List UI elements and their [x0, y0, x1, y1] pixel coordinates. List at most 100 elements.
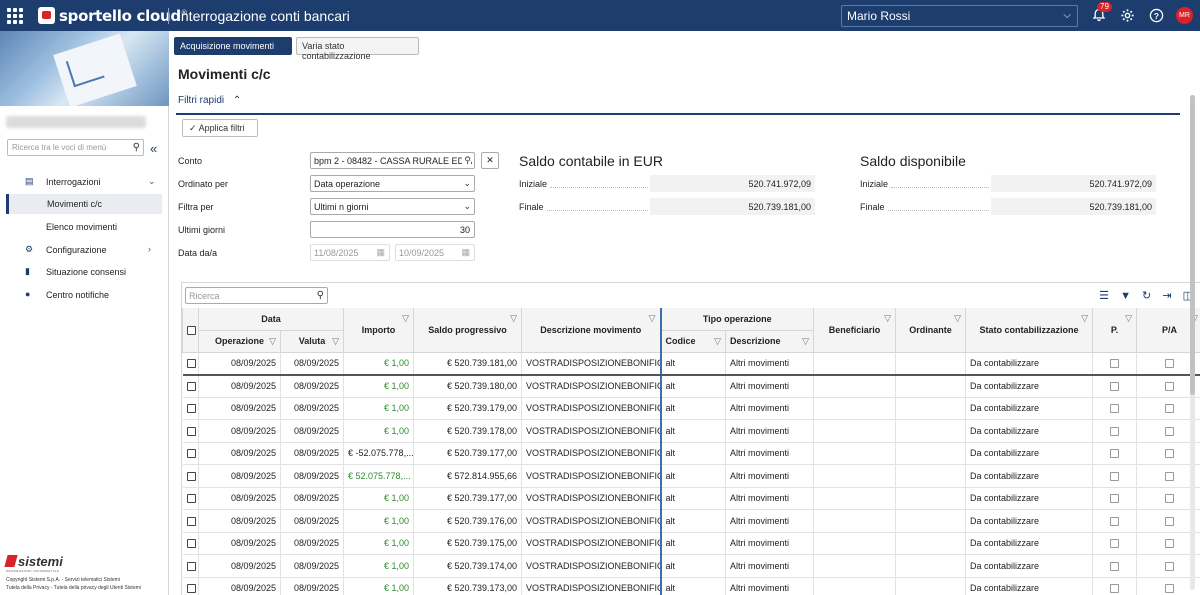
column-header-codice[interactable]: Codice ▽: [659, 330, 727, 353]
table-row[interactable]: 08/09/2025 08/09/2025 € 1,00 € 520.739.175,…: [182, 532, 1200, 555]
p-checkbox[interactable]: [1110, 426, 1120, 436]
row-checkbox[interactable]: [186, 449, 196, 459]
sidebar-item-movimenti-cc[interactable]: Movimenti c/c: [6, 194, 162, 214]
filter-icon[interactable]: ▽: [269, 336, 276, 347]
column-title: Stato contabilizzazione: [979, 324, 1079, 335]
pa-checkbox[interactable]: [1165, 539, 1175, 549]
column-header-operazione[interactable]: Operazione ▽: [198, 330, 281, 353]
column-header-tipo-descrizione[interactable]: Descrizione ▽: [725, 330, 815, 353]
pa-checkbox[interactable]: [1165, 426, 1175, 436]
filter-icon[interactable]: ▽: [510, 313, 517, 324]
column-header-p[interactable]: P. ▽: [1092, 308, 1138, 353]
pa-checkbox[interactable]: [1165, 494, 1175, 504]
acquisizione-movimenti-button[interactable]: Acquisizione movimenti ⌄: [174, 37, 292, 61]
table-row[interactable]: 08/09/2025 08/09/2025 € 1,00 € 520.739.177,…: [182, 487, 1200, 510]
filter-icon[interactable]: ▽: [649, 313, 656, 324]
column-header-beneficiario[interactable]: Beneficiario ▽: [813, 308, 897, 353]
avatar[interactable]: MR: [1176, 7, 1193, 24]
sidebar-item-interrogazioni[interactable]: ▤ Interrogazioni ⌄: [0, 172, 168, 192]
row-checkbox[interactable]: [186, 471, 196, 481]
table-row[interactable]: 08/09/2025 08/09/2025 € 1,00 € 520.739.174,…: [182, 554, 1200, 578]
row-checkbox[interactable]: [186, 494, 196, 504]
p-checkbox[interactable]: [1110, 494, 1120, 504]
p-checkbox[interactable]: [1110, 516, 1120, 526]
refresh-icon[interactable]: ↻: [1142, 290, 1151, 302]
p-checkbox[interactable]: [1110, 561, 1120, 571]
table-row[interactable]: 08/09/2025 08/09/2025 € 1,00 € 520.739.173,…: [182, 577, 1200, 595]
row-checkbox[interactable]: [186, 539, 196, 549]
filtra-per-select[interactable]: Ultimi n giorni ⌄: [310, 198, 475, 215]
pa-checkbox[interactable]: [1165, 449, 1175, 459]
row-checkbox[interactable]: [186, 404, 196, 414]
table-row[interactable]: 08/09/2025 08/09/2025 € -52.075.778,... € 5…: [182, 442, 1200, 465]
table-row[interactable]: 08/09/2025 08/09/2025 € 1,00 € 520.739.181,…: [182, 352, 1200, 376]
p-checkbox[interactable]: [1110, 382, 1120, 392]
filter-icon[interactable]: ▽: [1125, 313, 1132, 324]
quick-filters-toggle[interactable]: Filtri rapidi ⌃: [178, 95, 241, 106]
pa-checkbox[interactable]: [1165, 471, 1175, 481]
data-a-input[interactable]: 10/09/2025 ▦: [395, 244, 475, 261]
apply-filters-button[interactable]: ✓ Applica filtri: [182, 119, 258, 137]
user-selector[interactable]: Mario Rossi ⌵: [841, 5, 1078, 27]
sidebar-item-configurazione[interactable]: ⚙ Configurazione ›: [0, 240, 168, 260]
filter-icon[interactable]: ▽: [1081, 313, 1088, 324]
filter-icon[interactable]: ▽: [802, 336, 809, 347]
gear-icon[interactable]: [1119, 8, 1135, 24]
sidebar-item-centro-notifiche[interactable]: ● Centro notifiche: [0, 285, 168, 305]
filter-icon[interactable]: ▽: [714, 336, 721, 347]
apps-grid-icon[interactable]: [7, 8, 23, 24]
row-checkbox[interactable]: [186, 382, 196, 392]
p-checkbox[interactable]: [1110, 539, 1120, 549]
row-checkbox[interactable]: [186, 516, 196, 526]
help-icon[interactable]: ?: [1148, 8, 1164, 24]
ordinato-per-select[interactable]: Data operazione ⌄: [310, 175, 475, 192]
select-all-checkbox[interactable]: [187, 325, 196, 335]
filter-icon[interactable]: ▽: [954, 313, 961, 324]
column-header-saldo[interactable]: Saldo progressivo ▽: [413, 308, 523, 353]
filter-icon[interactable]: ▽: [884, 313, 891, 324]
p-checkbox[interactable]: [1110, 359, 1120, 369]
privacy-link[interactable]: Tutela della Privacy - Tutela della priv…: [6, 585, 141, 591]
page-scrollbar[interactable]: [1190, 95, 1195, 590]
column-chooser-icon[interactable]: ☰: [1099, 290, 1109, 302]
row-checkbox[interactable]: [186, 584, 196, 594]
clear-filter-icon[interactable]: ▼: [1120, 290, 1131, 302]
varia-stato-button[interactable]: Varia stato contabilizzazione: [296, 37, 419, 61]
row-checkbox[interactable]: [186, 561, 196, 571]
table-row[interactable]: 08/09/2025 08/09/2025 € 1,00 € 520.739.180,…: [182, 374, 1200, 398]
pa-checkbox[interactable]: [1165, 584, 1175, 594]
sportello-logo-icon: [38, 7, 55, 24]
conto-field[interactable]: bpm 2 - 08482 - CASSA RURALE ED A ⚲: [310, 152, 475, 169]
p-checkbox[interactable]: [1110, 449, 1120, 459]
column-header-ordinante[interactable]: Ordinante ▽: [895, 308, 967, 353]
p-checkbox[interactable]: [1110, 471, 1120, 481]
row-checkbox[interactable]: [186, 359, 196, 369]
pa-checkbox[interactable]: [1165, 516, 1175, 526]
table-row[interactable]: 08/09/2025 08/09/2025 € 52.075.778,... € 57…: [182, 464, 1200, 488]
pa-checkbox[interactable]: [1165, 561, 1175, 571]
sidebar-item-situazione-consensi[interactable]: ▮ Situazione consensi: [0, 262, 168, 282]
column-header-valuta[interactable]: Valuta ▽: [279, 330, 345, 353]
grid-search-input[interactable]: Ricerca ⚲: [185, 287, 328, 304]
table-row[interactable]: 08/09/2025 08/09/2025 € 1,00 € 520.739.178,…: [182, 419, 1200, 443]
table-row[interactable]: 08/09/2025 08/09/2025 € 1,00 € 520.739.176,…: [182, 509, 1200, 533]
p-checkbox[interactable]: [1110, 404, 1120, 414]
p-checkbox[interactable]: [1110, 584, 1120, 594]
pa-checkbox[interactable]: [1165, 359, 1175, 369]
sidebar-item-elenco-movimenti[interactable]: Elenco movimenti: [0, 217, 168, 237]
column-header-importo[interactable]: Importo ▽: [343, 308, 415, 353]
column-header-stato[interactable]: Stato contabilizzazione ▽: [965, 308, 1094, 353]
menu-search-input[interactable]: Ricerca tra le voci di menù ⚲: [7, 139, 144, 156]
row-checkbox[interactable]: [186, 426, 196, 436]
data-da-input[interactable]: 11/08/2025 ▦: [310, 244, 390, 261]
clear-conto-button[interactable]: ✕: [481, 152, 499, 169]
column-header-descrizione-movimento[interactable]: Descrizione movimento ▽: [521, 308, 662, 353]
pa-checkbox[interactable]: [1165, 382, 1175, 392]
collapse-sidebar-icon[interactable]: «: [150, 141, 157, 156]
ultimi-giorni-input[interactable]: 30: [310, 221, 475, 238]
pa-checkbox[interactable]: [1165, 404, 1175, 414]
export-icon[interactable]: ⇥: [1162, 290, 1171, 302]
filter-icon[interactable]: ▽: [332, 336, 339, 347]
filter-icon[interactable]: ▽: [402, 313, 409, 324]
table-row[interactable]: 08/09/2025 08/09/2025 € 1,00 € 520.739.179,…: [182, 397, 1200, 420]
